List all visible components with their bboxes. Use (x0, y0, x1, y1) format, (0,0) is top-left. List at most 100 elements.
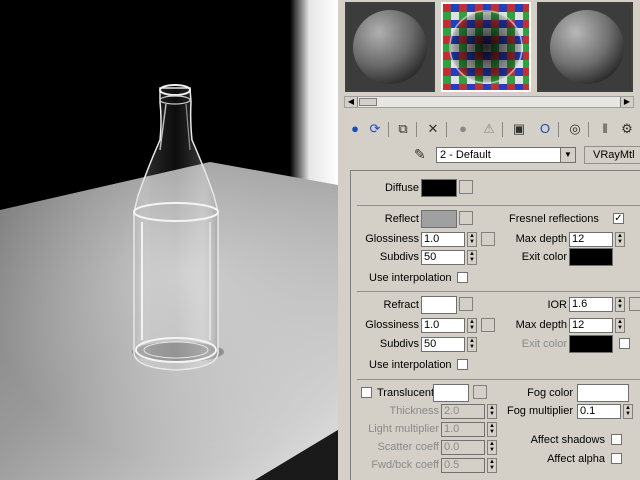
translucency-group: Translucent Fog color Thickness 2.0 ▲ ▼ F… (357, 379, 640, 480)
fresnel-checkbox[interactable]: ✓ (613, 213, 624, 224)
material-type-button[interactable]: VRayMtl (584, 146, 640, 164)
refract-max-depth-input[interactable]: 12 (569, 318, 613, 333)
spinner-arrows-icon[interactable]: ▲ ▼ (467, 250, 477, 265)
material-editor: ◀ ▶ ● ⟳ ⧉ ✕ ● ⚠ ▣ O ◎ ‖ ⚙ ✎ 2 - Default … (338, 0, 640, 480)
reflect-max-depth-input[interactable]: 12 (569, 232, 613, 247)
reflection-group: Reflect Fresnel reflections ✓ Glossiness… (357, 205, 640, 290)
scatter-coeff-input[interactable]: 0.0 (441, 440, 485, 455)
pick-material-icon[interactable]: ✎ (414, 146, 426, 163)
spinner-arrows-icon[interactable]: ▲ ▼ (487, 458, 497, 473)
diffuse-map-button[interactable] (459, 180, 473, 194)
refraction-group: Refract IOR 1.6 ▲ ▼ Glossiness 1.0 ▲ ▼ Max… (357, 291, 640, 378)
reflect-glossiness-map-button[interactable] (481, 232, 495, 246)
spinner-arrows-icon[interactable]: ▲ ▼ (487, 440, 497, 455)
toolbar-divider (446, 122, 447, 137)
slot-sphere-preview (347, 4, 433, 90)
material-name-field[interactable]: 2 - Default (436, 147, 576, 163)
use-interpolation-label: Use interpolation (369, 359, 452, 371)
reflect-use-interpolation-checkbox[interactable] (457, 272, 468, 283)
scatter-coeff-label: Scatter coeff (377, 441, 439, 453)
fog-color-swatch[interactable] (577, 384, 629, 402)
make-copy-icon[interactable]: ● (454, 120, 472, 138)
refract-glossiness-input[interactable]: 1.0 (421, 318, 465, 333)
show-end-result-icon[interactable]: ‖ (596, 120, 614, 138)
material-toolbar: ● ⟳ ⧉ ✕ ● ⚠ ▣ O ◎ ‖ ⚙ (346, 120, 640, 140)
glossiness-label: Glossiness (365, 319, 419, 331)
max-depth-label: Max depth (515, 319, 567, 331)
fog-color-label: Fog color (527, 387, 573, 399)
exit-color-label: Exit color (521, 338, 567, 350)
slot-sphere-preview (539, 4, 631, 90)
glossiness-label: Glossiness (365, 233, 419, 245)
material-id-icon[interactable]: O (536, 120, 554, 138)
light-multiplier-input[interactable]: 1.0 (441, 422, 485, 437)
show-map-icon[interactable]: ◎ (566, 120, 584, 138)
fwd-bck-coeff-label: Fwd/bck coeff (371, 459, 439, 471)
spinner-arrows-icon[interactable]: ▲ ▼ (623, 404, 633, 419)
sphere-slot-3[interactable] (537, 2, 633, 92)
put-to-scene-icon[interactable]: ⟳ (366, 120, 384, 138)
reflect-color-swatch[interactable] (421, 210, 457, 228)
refract-color-swatch[interactable] (421, 296, 457, 314)
refract-glossiness-map-button[interactable] (481, 318, 495, 332)
sphere-slot-2[interactable] (441, 2, 531, 92)
affect-alpha-checkbox[interactable] (611, 453, 622, 464)
thickness-label: Thickness (389, 405, 439, 417)
scroll-right-icon[interactable]: ▶ (620, 97, 633, 107)
reflect-subdivs-input[interactable]: 50 (421, 250, 465, 265)
spinner-arrows-icon[interactable]: ▲ ▼ (615, 232, 625, 247)
spinner-arrows-icon[interactable]: ▲ ▼ (487, 404, 497, 419)
light-multiplier-label: Light multiplier (368, 423, 439, 435)
fog-multiplier-label: Fog multiplier (506, 405, 573, 417)
slot-scrollbar[interactable]: ◀ ▶ (344, 96, 634, 108)
refract-map-button[interactable] (459, 297, 473, 311)
translucent-checkbox[interactable] (361, 387, 372, 398)
go-to-parent-icon[interactable]: ⚙ (618, 120, 636, 138)
affect-alpha-label: Affect alpha (547, 453, 605, 465)
spinner-arrows-icon[interactable]: ▲ ▼ (615, 297, 625, 312)
slot-checker-preview (443, 4, 529, 90)
use-interpolation-label: Use interpolation (369, 272, 452, 284)
diffuse-color-swatch[interactable] (421, 179, 457, 197)
put-to-library-icon[interactable]: ▣ (510, 120, 528, 138)
reflect-label: Reflect (384, 213, 419, 225)
subdivs-label: Subdivs (379, 338, 419, 350)
affect-shadows-label: Affect shadows (530, 434, 605, 446)
make-unique-icon[interactable]: ⚠ (480, 120, 498, 138)
scroll-thumb[interactable] (359, 98, 377, 106)
refract-exit-color-checkbox[interactable] (619, 338, 630, 349)
translucent-color-swatch[interactable] (433, 384, 469, 402)
ior-input[interactable]: 1.6 (569, 297, 613, 312)
delete-icon[interactable]: ✕ (424, 120, 442, 138)
refract-exit-color-swatch[interactable] (569, 335, 613, 353)
reflect-exit-color-swatch[interactable] (569, 248, 613, 266)
refract-label: Refract (383, 299, 419, 311)
spinner-arrows-icon[interactable]: ▲ ▼ (467, 232, 477, 247)
spinner-arrows-icon[interactable]: ▲ ▼ (487, 422, 497, 437)
basic-parameters-rollout: Diffuse Reflect Fresnel reflections ✓ Gl… (350, 170, 640, 480)
spinner-arrows-icon[interactable]: ▲ ▼ (467, 318, 477, 333)
affect-shadows-checkbox[interactable] (611, 434, 622, 445)
ior-map-button[interactable] (629, 297, 640, 311)
translucent-map-button[interactable] (473, 385, 487, 399)
scroll-left-icon[interactable]: ◀ (345, 97, 358, 107)
render-viewport (0, 0, 338, 480)
sphere-slot-1[interactable] (345, 2, 435, 92)
reflect-glossiness-input[interactable]: 1.0 (421, 232, 465, 247)
fwd-bck-coeff-input[interactable]: 0.5 (441, 458, 485, 473)
material-name-dropdown-icon[interactable]: ▼ (560, 147, 576, 163)
get-material-icon[interactable]: ● (346, 120, 364, 138)
reflect-map-button[interactable] (459, 211, 473, 225)
toolbar-divider (502, 122, 503, 137)
refract-use-interpolation-checkbox[interactable] (457, 359, 468, 370)
spinner-arrows-icon[interactable]: ▲ ▼ (467, 337, 477, 352)
refract-subdivs-input[interactable]: 50 (421, 337, 465, 352)
max-depth-label: Max depth (515, 233, 567, 245)
assign-material-icon[interactable]: ⧉ (394, 120, 412, 138)
fog-multiplier-input[interactable]: 0.1 (577, 404, 621, 419)
thickness-input[interactable]: 2.0 (441, 404, 485, 419)
fresnel-label: Fresnel reflections (509, 213, 599, 225)
toolbar-divider (388, 122, 389, 137)
spinner-arrows-icon[interactable]: ▲ ▼ (615, 318, 625, 333)
ior-label: IOR (547, 299, 567, 311)
